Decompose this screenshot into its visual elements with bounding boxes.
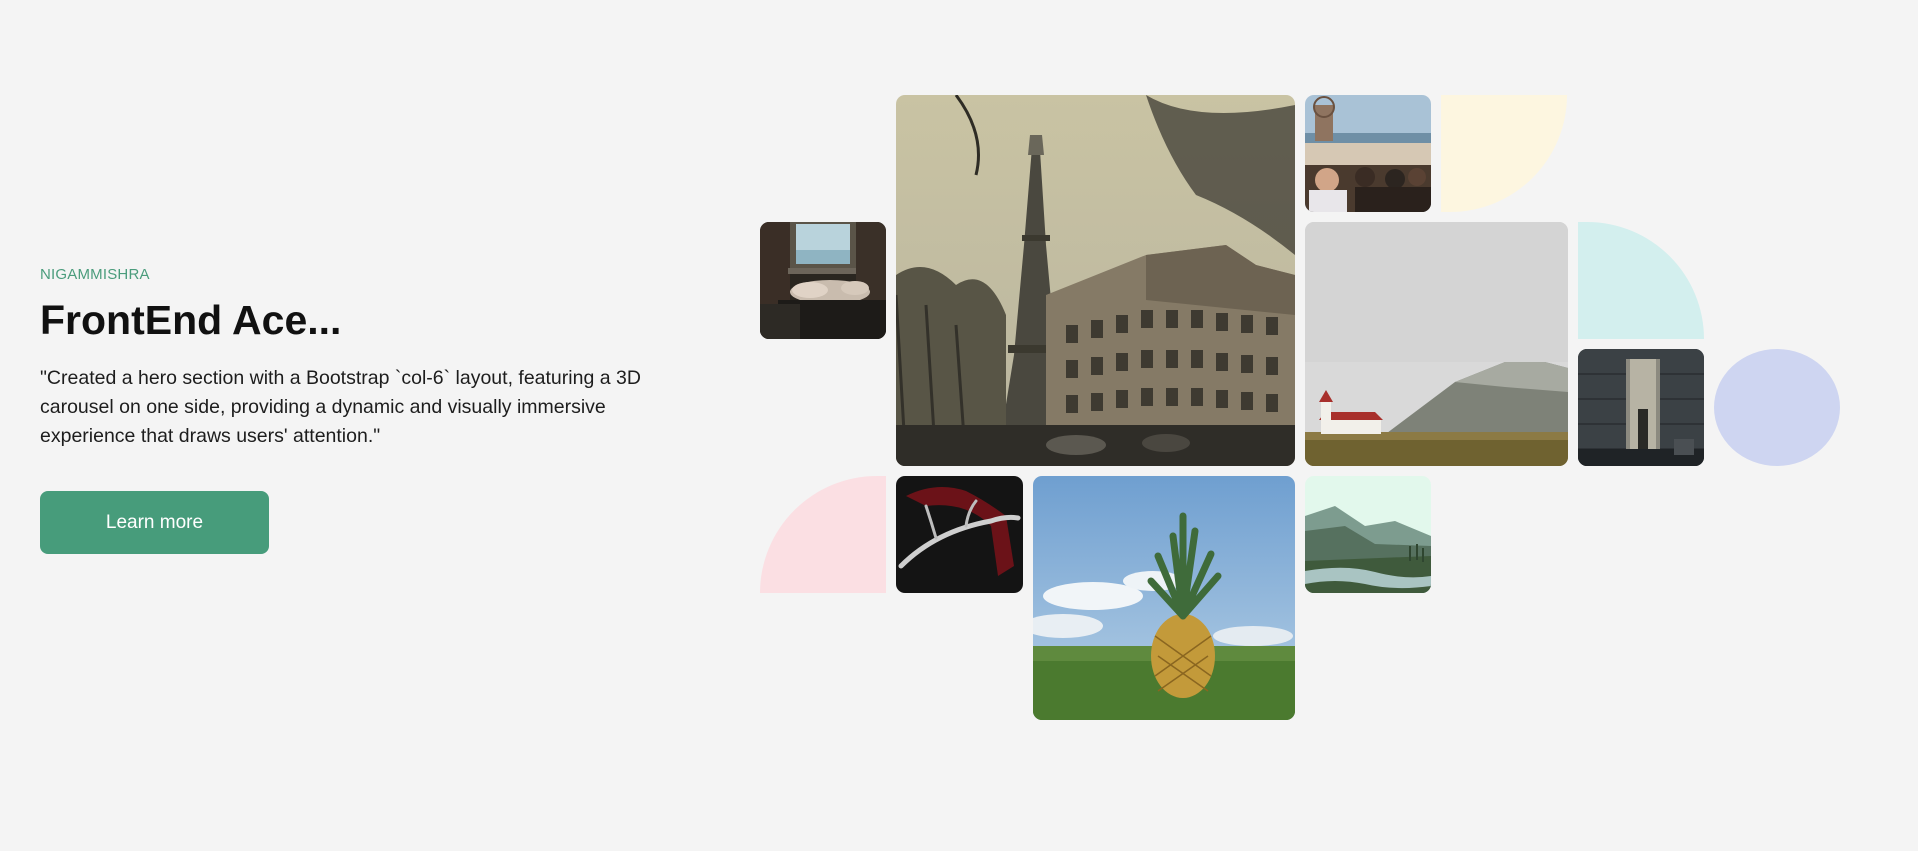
photo-stone-tower-doorway — [1578, 349, 1704, 466]
photo-crowd-pier — [1305, 95, 1431, 212]
photo-misty-valley-river — [1305, 476, 1431, 593]
photo-sleeping-woman-window — [760, 222, 886, 339]
hero-eyebrow: NIGAMMISHRA — [40, 266, 150, 283]
learn-more-button[interactable]: Learn more — [40, 491, 269, 555]
oval-lavender-shape — [1714, 349, 1840, 466]
hero-text-column: NIGAMMISHRA FrontEnd Ace... "Created a h… — [40, 266, 680, 555]
hero-title: FrontEnd Ace... — [40, 297, 342, 343]
quarter-circle-cream-shape — [1441, 95, 1567, 212]
photo-pineapple-grass — [1033, 476, 1295, 720]
photo-church-mountain — [1305, 222, 1568, 466]
hero-description: "Created a hero section with a Bootstrap… — [40, 367, 641, 448]
quarter-circle-pink-shape — [760, 476, 886, 593]
photo-antler-red-ribbon — [896, 476, 1023, 593]
quarter-circle-mint-shape — [1578, 222, 1704, 339]
photo-eiffel-tower-paris — [896, 95, 1295, 466]
